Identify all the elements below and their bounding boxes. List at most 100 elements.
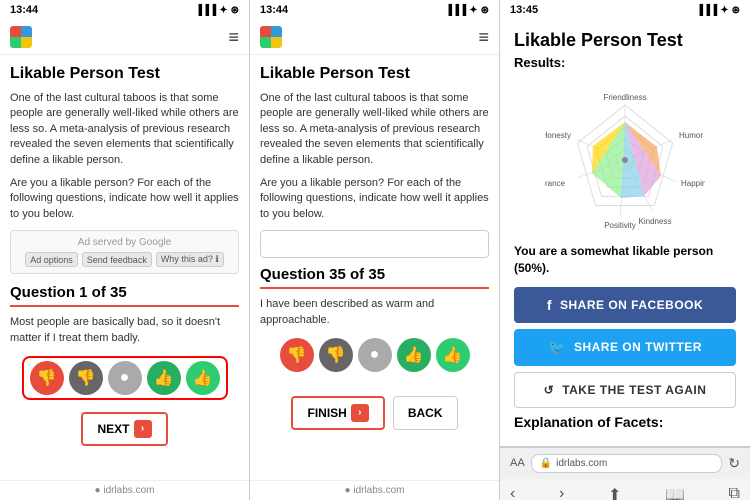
svg-text:Positivity: Positivity [604, 221, 636, 230]
status-icons-1: ▐▐▐ ✦ ⊛ [195, 5, 239, 16]
finish-button[interactable]: FINISH › [291, 396, 384, 430]
next-button[interactable]: NEXT › [81, 412, 167, 446]
url-bar-row: AA 🔒 idrlabs.com ↻ [500, 447, 750, 479]
footer-url-2: idrlabs.com [353, 485, 404, 496]
finish-label: FINISH [307, 406, 346, 420]
share-twitter-button[interactable]: 🐦 SHARE ON TWITTER [514, 329, 736, 366]
results-title: Likable Person Test [514, 30, 736, 51]
question-header-2: Question 35 of 35 [260, 266, 489, 283]
back-button[interactable]: BACK [393, 396, 458, 430]
status-bar-3: 13:45 ▐▐▐ ✦ ⊛ [500, 0, 750, 20]
app-title-1: Likable Person Test [10, 65, 239, 83]
rating-row-bordered-1: 👎 👎 ● 👍 👍 [22, 356, 228, 400]
status-bar-1: 13:44 ▐▐▐ ✦ ⊛ [0, 0, 249, 20]
hamburger-icon-1[interactable]: ≡ [228, 27, 239, 48]
twitter-icon: 🐦 [548, 339, 566, 356]
text-input-area[interactable] [260, 230, 489, 258]
panel-1-content: Likable Person Test One of the last cult… [0, 55, 249, 480]
ad-feedback-btn[interactable]: Send feedback [82, 252, 152, 267]
svg-text:Honesty: Honesty [545, 131, 571, 140]
time-1: 13:44 [10, 4, 38, 16]
browser-nav-icons: ‹ › ⬆ 📖 ⧉ [500, 479, 750, 500]
panel-2-content: Likable Person Test One of the last cult… [250, 55, 499, 480]
nav-bar-1: ≡ [0, 20, 249, 55]
bookmarks-icon[interactable]: 📖 [665, 485, 685, 500]
ad-options-btn[interactable]: Ad options [25, 252, 78, 267]
font-size-control[interactable]: AA [510, 457, 525, 469]
refresh-icon[interactable]: ↻ [728, 455, 740, 472]
rating-container-1: 👎 👎 ● 👍 👍 [10, 356, 239, 400]
question-divider-2 [260, 287, 489, 289]
rating-btn-1-1[interactable]: 👎 [30, 361, 64, 395]
status-icons-2: ▐▐▐ ✦ ⊛ [445, 5, 489, 16]
rating-btn-1-3[interactable]: ● [108, 361, 142, 395]
browser-bar: AA 🔒 idrlabs.com ↻ ‹ › ⬆ 📖 ⧉ [500, 446, 750, 500]
rating-btn-1-2[interactable]: 👎 [69, 361, 103, 395]
next-label: NEXT [97, 422, 129, 436]
nav-buttons-1: NEXT › [10, 412, 239, 446]
panel-1: 13:44 ▐▐▐ ✦ ⊛ ≡ Likable Person Test One … [0, 0, 250, 500]
footer-1: ● idrlabs.com [0, 480, 249, 500]
time-3: 13:45 [510, 4, 538, 16]
ad-box: Ad served by Google Ad options Send feed… [10, 230, 239, 274]
ad-why: Why this ad? ℹ [156, 252, 224, 267]
retake-test-button[interactable]: ↺ TAKE THE TEST AGAIN [514, 372, 736, 408]
finish-arrow: › [351, 404, 369, 422]
app-title-2: Likable Person Test [260, 65, 489, 83]
ad-buttons: Ad options Send feedback Why this ad? ℹ [17, 252, 232, 267]
retake-icon: ↺ [544, 383, 555, 397]
spider-chart: Friendliness Humor Happiness Kindness Po… [545, 78, 705, 233]
back-label: BACK [408, 406, 443, 420]
footer-url-1: idrlabs.com [103, 485, 154, 496]
rating-btn-2-3[interactable]: ● [358, 338, 392, 372]
next-arrow: › [134, 420, 152, 438]
retake-label: TAKE THE TEST AGAIN [562, 383, 706, 397]
share-facebook-button[interactable]: f SHARE ON FACEBOOK [514, 287, 736, 323]
rating-row-2: 👎 👎 ● 👍 👍 [280, 338, 470, 372]
question-text-2: I have been described as warm and approa… [260, 297, 489, 328]
chart-rings: Friendliness Humor Happiness Kindness Po… [545, 93, 705, 230]
description-2a: One of the last cultural taboos is that … [260, 91, 489, 168]
svg-text:Friendliness: Friendliness [603, 93, 646, 102]
forward-icon[interactable]: › [559, 485, 564, 500]
explanation-title: Explanation of Facets: [514, 414, 736, 430]
question-divider-1 [10, 305, 239, 307]
app-logo-1 [10, 26, 32, 48]
rating-btn-2-5[interactable]: 👍 [436, 338, 470, 372]
rating-btn-2-2[interactable]: 👎 [319, 338, 353, 372]
url-input[interactable]: 🔒 idrlabs.com [531, 454, 723, 473]
svg-text:Humor: Humor [679, 131, 703, 140]
question-text-1: Most people are basically bad, so it doe… [10, 315, 239, 346]
svg-text:Tolerance: Tolerance [545, 179, 566, 188]
svg-text:Kindness: Kindness [639, 217, 672, 226]
description-1b: Are you a likable person? For each of th… [10, 176, 239, 222]
status-icons-3: ▐▐▐ ✦ ⊛ [696, 5, 740, 16]
facebook-icon: f [547, 297, 552, 313]
share-twitter-label: SHARE ON TWITTER [574, 340, 702, 354]
rating-btn-1-5[interactable]: 👍 [186, 361, 220, 395]
url-domain: idrlabs.com [556, 458, 607, 469]
description-2b: Are you a likable person? For each of th… [260, 176, 489, 222]
status-bar-2: 13:44 ▐▐▐ ✦ ⊛ [250, 0, 499, 20]
tabs-icon[interactable]: ⧉ [729, 485, 740, 500]
share-icon[interactable]: ⬆ [608, 485, 621, 500]
result-description: You are a somewhat likable person (50%). [514, 243, 736, 277]
time-2: 13:44 [260, 4, 288, 16]
results-content: Likable Person Test Results: [500, 20, 750, 446]
app-logo-2 [260, 26, 282, 48]
nav-bar-2: ≡ [250, 20, 499, 55]
description-1a: One of the last cultural taboos is that … [10, 91, 239, 168]
rating-btn-2-4[interactable]: 👍 [397, 338, 431, 372]
hamburger-icon-2[interactable]: ≡ [478, 27, 489, 48]
question-header-1: Question 1 of 35 [10, 284, 239, 301]
results-label: Results: [514, 55, 736, 70]
panel-2: 13:44 ▐▐▐ ✦ ⊛ ≡ Likable Person Test One … [250, 0, 500, 500]
footer-2: ● idrlabs.com [250, 480, 499, 500]
panel-3: 13:45 ▐▐▐ ✦ ⊛ Likable Person Test Result… [500, 0, 750, 500]
rating-btn-1-4[interactable]: 👍 [147, 361, 181, 395]
svg-text:Happiness: Happiness [681, 179, 705, 188]
nav-buttons-2: FINISH › BACK [260, 396, 489, 430]
back-icon[interactable]: ‹ [510, 485, 515, 500]
share-facebook-label: SHARE ON FACEBOOK [560, 298, 703, 312]
rating-btn-2-1[interactable]: 👎 [280, 338, 314, 372]
